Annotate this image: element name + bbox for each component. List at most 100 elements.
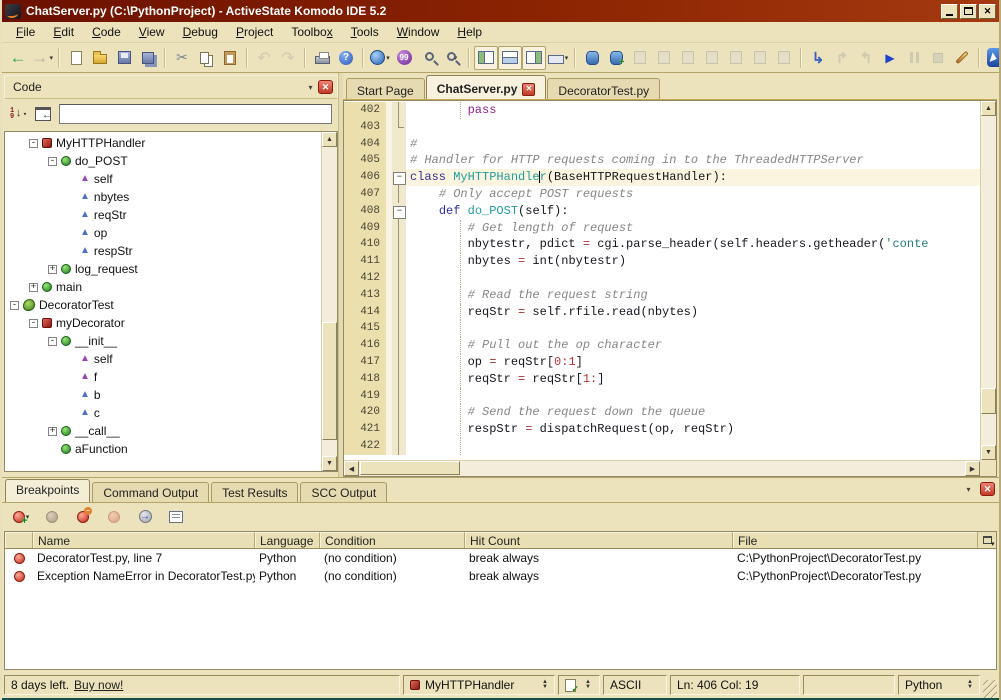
menu-tools[interactable]: Tools [343,23,387,41]
tree-item-f[interactable]: ▲f [5,368,320,386]
tree-item-reqstr[interactable]: ▲reqStr [5,206,320,224]
tree-expander[interactable]: - [29,319,38,328]
column-header-condition[interactable]: Condition [320,532,465,548]
breakpoint-enabled-icon[interactable] [14,553,25,564]
tool-7-button[interactable] [724,46,748,70]
scroll-right-button[interactable]: ▶ [965,461,980,476]
column-picker-button[interactable] [977,532,996,548]
stop-button[interactable] [926,46,950,70]
clear-breakpoint-button[interactable] [102,505,126,529]
cut-button[interactable] [170,46,194,70]
scope-selector[interactable]: MyHTTPHandler ▲▼ [403,675,555,695]
code-text[interactable]: class MyHTTPHandler(BaseHTTPRequestHandl… [406,169,980,186]
code-text[interactable]: def do_POST(self): [406,203,980,220]
show-right-pane-button[interactable] [522,46,546,70]
spinner-arrows[interactable]: ▲▼ [542,680,548,690]
goto-source-button[interactable] [133,505,157,529]
code-text[interactable]: nbytestr, pdict = cgi.parse_header(self.… [406,236,980,253]
tree-expander[interactable]: + [48,427,57,436]
disable-breakpoints-button[interactable] [40,505,64,529]
undo-button[interactable] [252,46,276,70]
save-button[interactable] [112,46,136,70]
add-tool-button[interactable] [604,46,628,70]
code-text[interactable]: nbytes = int(nbytestr) [406,253,980,270]
go-continue-button[interactable] [878,46,902,70]
tab-close-icon[interactable]: ✕ [522,83,535,96]
buy-now-link[interactable]: Buy now! [74,678,123,692]
tree-expander[interactable]: + [48,265,57,274]
code-text[interactable]: # Send the request down the queue [406,404,980,421]
scroll-up-button[interactable]: ▲ [981,101,996,116]
open-file-button[interactable] [88,46,112,70]
column-header-hit-count[interactable]: Hit Count [465,532,733,548]
step-over-button[interactable] [830,46,854,70]
bottom-panel-menu-button[interactable]: ▾ [961,482,976,496]
menu-window[interactable]: Window [389,23,448,41]
tree-item-self[interactable]: ▲self [5,170,320,188]
tree-vertical-scrollbar[interactable]: ▲ ▼ [321,132,337,471]
code-text[interactable]: # Get length of request [406,220,980,237]
spinner-arrows[interactable]: ▲▼ [967,680,973,690]
code-text[interactable]: reqStr = reqStr[1:] [406,371,980,388]
column-header-name[interactable]: Name [33,532,255,548]
bottom-panel-close-button[interactable]: ✕ [980,482,995,496]
breakpoint-properties-button[interactable] [164,505,188,529]
code-text[interactable]: pass [406,102,980,119]
panel-close-button[interactable]: ✕ [318,80,333,94]
tab-test-results[interactable]: Test Results [211,482,298,502]
tree-item-c[interactable]: ▲c [5,404,320,422]
print-button[interactable] [310,46,334,70]
tree-item-decoratortest[interactable]: -DecoratorTest [5,296,320,314]
menu-edit[interactable]: Edit [45,23,82,41]
tree-item-dopost[interactable]: -do_POST [5,152,320,170]
breakpoint-row[interactable]: Exception NameError in DecoratorTest.pyP… [5,567,996,585]
tree-item-nbytes[interactable]: ▲nbytes [5,188,320,206]
tool-9-button[interactable] [772,46,796,70]
pause-button[interactable] [902,46,926,70]
step-in-button[interactable] [806,46,830,70]
code-text[interactable]: # Read the request string [406,287,980,304]
tree-item-b[interactable]: ▲b [5,386,320,404]
forward-button[interactable]: ▾ [30,46,54,70]
tree-item-init[interactable]: -__init__ [5,332,320,350]
tree-expander[interactable]: - [48,337,57,346]
sort-order-button[interactable]: 19↓▾ [10,108,27,120]
show-left-pane-button[interactable] [474,46,498,70]
tree-item-logrequest[interactable]: +log_request [5,260,320,278]
breakpoint-row[interactable]: DecoratorTest.py, line 7Python(no condit… [5,549,996,567]
tab-decoratortest-py[interactable]: DecoratorTest.py [547,78,660,99]
redo-button[interactable] [276,46,300,70]
code-text[interactable] [406,438,980,455]
browser-preview-button[interactable]: ▾ [368,46,392,70]
tree-item-afunction[interactable]: aFunction [5,440,320,458]
komodo-home-button[interactable] [984,46,1001,70]
paste-button[interactable] [218,46,242,70]
menu-project[interactable]: Project [228,23,281,41]
close-button[interactable]: ✕ [979,4,996,19]
dropdown-arrow-icon[interactable]: ▾ [565,54,569,62]
tree-item-respstr[interactable]: ▲respStr [5,242,320,260]
tool-6-button[interactable] [700,46,724,70]
tree-item-mydecorator[interactable]: -myDecorator [5,314,320,332]
scroll-thumb[interactable] [360,461,460,475]
tree-expander[interactable]: - [48,157,57,166]
code-text[interactable] [406,119,980,136]
code-text[interactable]: reqStr = self.rfile.read(nbytes) [406,304,980,321]
back-button[interactable] [6,46,30,70]
tree-expander[interactable]: - [29,139,38,148]
copy-button[interactable] [194,46,218,70]
tab-start-page[interactable]: Start Page [346,78,425,99]
code-text[interactable]: # Only accept POST requests [406,186,980,203]
editor-vertical-scrollbar[interactable]: ▲ ▼ [980,101,996,460]
find-button[interactable] [416,46,440,70]
help-button[interactable] [334,46,358,70]
debug-options-button[interactable] [950,46,974,70]
locate-scope-button[interactable] [35,107,51,121]
add-breakpoint-button[interactable]: ▾ [9,505,33,529]
show-bottom-pane-button[interactable] [498,46,522,70]
tool-4-button[interactable] [652,46,676,70]
column-header-language[interactable]: Language [255,532,320,548]
menu-view[interactable]: View [131,23,173,41]
dropdown-arrow-icon[interactable]: ▾ [49,54,53,62]
code-text[interactable]: # Pull out the op character [406,337,980,354]
